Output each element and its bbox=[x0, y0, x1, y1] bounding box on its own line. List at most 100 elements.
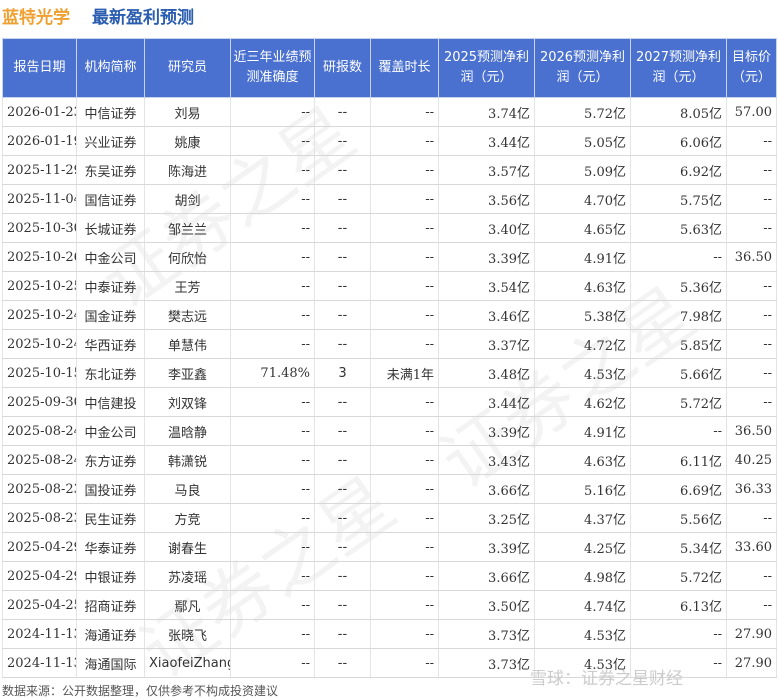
table-row: 2025-10-30 长城证券 邹兰兰 -- -- -- 3.40亿 4.65亿 5.63亿 -- bbox=[2, 213, 777, 243]
table-header-row: 报告日期 机构简称 研究员 近三年业绩预测准确度 研报数 覆盖时长 2025预测… bbox=[2, 38, 777, 98]
analyst-cell: 谢春生 bbox=[144, 532, 231, 562]
target-price-cell: -- bbox=[726, 213, 777, 243]
forecast-2025-cell: 3.46亿 bbox=[438, 300, 535, 330]
forecast-2026-cell: 4.91亿 bbox=[534, 416, 631, 446]
forecast-2026-cell: 5.72亿 bbox=[534, 97, 631, 127]
coverage-cell: -- bbox=[370, 416, 439, 446]
forecast-2025-cell: 3.74亿 bbox=[438, 97, 535, 127]
forecast-2026-cell: 4.98亿 bbox=[534, 561, 631, 591]
target-price-cell: 27.90 bbox=[726, 648, 777, 678]
forecast-2027-cell: 5.85亿 bbox=[630, 329, 727, 359]
report-date-cell: 2025-08-23 bbox=[2, 474, 77, 504]
forecast-2026-cell: 5.05亿 bbox=[534, 126, 631, 156]
forecast-2026-cell: 4.53亿 bbox=[534, 358, 631, 388]
report-count-cell: -- bbox=[314, 416, 371, 446]
institution-cell: 东方证券 bbox=[76, 445, 145, 475]
report-count-cell: -- bbox=[314, 474, 371, 504]
institution-cell: 中泰证券 bbox=[76, 271, 145, 301]
target-price-cell: 57.00 bbox=[726, 97, 777, 127]
report-date-cell: 2025-10-30 bbox=[2, 213, 77, 243]
column-header: 报告日期 bbox=[2, 38, 77, 98]
accuracy-cell: 71.48% bbox=[230, 358, 315, 388]
report-date-cell: 2025-10-24 bbox=[2, 300, 77, 330]
forecast-2027-cell: 5.36亿 bbox=[630, 271, 727, 301]
forecast-2025-cell: 3.56亿 bbox=[438, 184, 535, 214]
forecast-2027-cell: 5.63亿 bbox=[630, 213, 727, 243]
report-date-cell: 2024-11-13 bbox=[2, 619, 77, 649]
report-date-cell: 2025-11-04 bbox=[2, 184, 77, 214]
coverage-cell: 未满1年 bbox=[370, 358, 439, 388]
institution-cell: 中金公司 bbox=[76, 242, 145, 272]
table-row: 2025-10-24 国金证券 樊志远 -- -- -- 3.46亿 5.38亿 7.98亿 -- bbox=[2, 300, 777, 330]
analyst-cell: 方竞 bbox=[144, 503, 231, 533]
target-price-cell: -- bbox=[726, 300, 777, 330]
column-header: 2025预测净利润（元） bbox=[438, 38, 535, 98]
report-date-cell: 2025-08-24 bbox=[2, 445, 77, 475]
table-row: 2024-11-13 海通证券 张晓飞 -- -- -- 3.73亿 4.53亿 -- 27.90 bbox=[2, 619, 777, 649]
forecast-2025-cell: 3.39亿 bbox=[438, 242, 535, 272]
target-price-cell: 27.90 bbox=[726, 619, 777, 649]
forecast-2025-cell: 3.44亿 bbox=[438, 387, 535, 417]
column-header: 目标价（元） bbox=[726, 38, 777, 98]
report-date-cell: 2025-10-15 bbox=[2, 358, 77, 388]
report-count-cell: -- bbox=[314, 329, 371, 359]
accuracy-cell: -- bbox=[230, 329, 315, 359]
accuracy-cell: -- bbox=[230, 213, 315, 243]
accuracy-cell: -- bbox=[230, 126, 315, 156]
forecast-2027-cell: 5.34亿 bbox=[630, 532, 727, 562]
forecast-2025-cell: 3.66亿 bbox=[438, 474, 535, 504]
report-date-cell: 2025-04-29 bbox=[2, 561, 77, 591]
report-date-cell: 2025-09-30 bbox=[2, 387, 77, 417]
coverage-cell: -- bbox=[370, 445, 439, 475]
report-count-cell: -- bbox=[314, 271, 371, 301]
accuracy-cell: -- bbox=[230, 532, 315, 562]
accuracy-cell: -- bbox=[230, 561, 315, 591]
table-row: 2025-09-30 中信建投 刘双锋 -- -- -- 3.44亿 4.62亿 5.72亿 -- bbox=[2, 387, 777, 417]
forecast-2026-cell: 4.63亿 bbox=[534, 271, 631, 301]
report-count-cell: -- bbox=[314, 242, 371, 272]
table-row: 2025-10-15 东北证券 李亚鑫 71.48% 3 未满1年 3.48亿 4.53亿 5.… bbox=[2, 358, 777, 388]
target-price-cell: -- bbox=[726, 590, 777, 620]
accuracy-cell: -- bbox=[230, 387, 315, 417]
accuracy-cell: -- bbox=[230, 97, 315, 127]
report-count-cell: -- bbox=[314, 184, 371, 214]
institution-cell: 招商证券 bbox=[76, 590, 145, 620]
report-date-cell: 2025-10-25 bbox=[2, 271, 77, 301]
forecast-2027-cell: 7.98亿 bbox=[630, 300, 727, 330]
analyst-cell: 鄢凡 bbox=[144, 590, 231, 620]
column-header: 研报数 bbox=[314, 38, 371, 98]
forecast-2026-cell: 4.65亿 bbox=[534, 213, 631, 243]
report-count-cell: -- bbox=[314, 213, 371, 243]
forecast-2027-cell: 5.66亿 bbox=[630, 358, 727, 388]
accuracy-cell: -- bbox=[230, 619, 315, 649]
table-row: 2025-04-25 招商证券 鄢凡 -- -- -- 3.50亿 4.74亿 6.13亿 -- bbox=[2, 590, 777, 620]
target-price-cell: 40.25 bbox=[726, 445, 777, 475]
analyst-cell: 张晓飞 bbox=[144, 619, 231, 649]
report-date-cell: 2025-04-25 bbox=[2, 590, 77, 620]
forecast-2025-cell: 3.50亿 bbox=[438, 590, 535, 620]
forecast-2027-cell: 8.05亿 bbox=[630, 97, 727, 127]
forecast-2027-cell: 6.11亿 bbox=[630, 445, 727, 475]
accuracy-cell: -- bbox=[230, 155, 315, 185]
forecast-2025-cell: 3.44亿 bbox=[438, 126, 535, 156]
institution-cell: 中金公司 bbox=[76, 416, 145, 446]
forecast-2026-cell: 5.38亿 bbox=[534, 300, 631, 330]
forecast-2026-cell: 4.72亿 bbox=[534, 329, 631, 359]
analyst-cell: 樊志远 bbox=[144, 300, 231, 330]
report-count-cell: 3 bbox=[314, 358, 371, 388]
coverage-cell: -- bbox=[370, 184, 439, 214]
forecast-2025-cell: 3.48亿 bbox=[438, 358, 535, 388]
institution-cell: 华西证券 bbox=[76, 329, 145, 359]
page-title: 最新盈利预测 bbox=[92, 8, 194, 28]
report-date-cell: 2025-10-26 bbox=[2, 242, 77, 272]
report-count-cell: -- bbox=[314, 97, 371, 127]
analyst-cell: 邹兰兰 bbox=[144, 213, 231, 243]
forecast-2025-cell: 3.25亿 bbox=[438, 503, 535, 533]
forecast-2025-cell: 3.37亿 bbox=[438, 329, 535, 359]
accuracy-cell: -- bbox=[230, 300, 315, 330]
institution-cell: 国信证券 bbox=[76, 184, 145, 214]
report-count-cell: -- bbox=[314, 561, 371, 591]
report-date-cell: 2025-08-23 bbox=[2, 503, 77, 533]
coverage-cell: -- bbox=[370, 590, 439, 620]
column-header: 近三年业绩预测准确度 bbox=[230, 38, 315, 98]
